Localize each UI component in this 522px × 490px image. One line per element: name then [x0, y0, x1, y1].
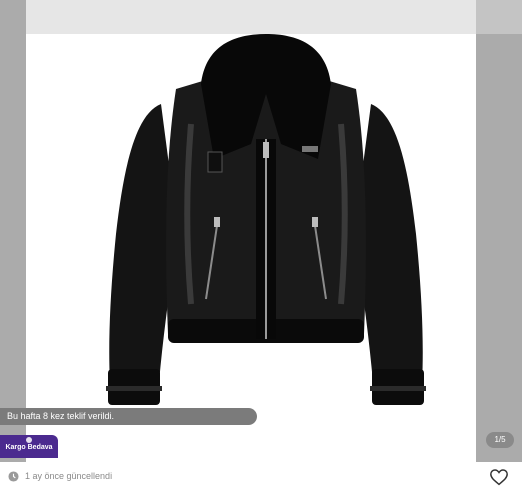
product-image[interactable]: [26, 34, 476, 462]
free-shipping-badge: Kargo Bedava: [0, 435, 58, 458]
truck-icon: [26, 437, 32, 443]
gallery-top-strip-right: [476, 0, 522, 34]
listing-footer: 1 ay önce güncellendi: [0, 462, 522, 490]
jacket-photo: [106, 34, 426, 405]
gallery-top-strip: [26, 0, 476, 34]
image-counter: 1/5: [486, 432, 514, 448]
offer-count-banner: Bu hafta 8 kez teklif verildi.: [0, 408, 257, 425]
heart-icon[interactable]: [489, 468, 509, 486]
last-updated-text: 1 ay önce güncellendi: [25, 471, 113, 481]
clock-icon: [8, 471, 19, 482]
free-shipping-label: Kargo Bedava: [5, 444, 53, 451]
previous-image-peek[interactable]: [0, 0, 26, 462]
next-image-peek[interactable]: [476, 0, 522, 462]
product-image-gallery[interactable]: Bu hafta 8 kez teklif verildi. Kargo Bed…: [0, 0, 522, 462]
